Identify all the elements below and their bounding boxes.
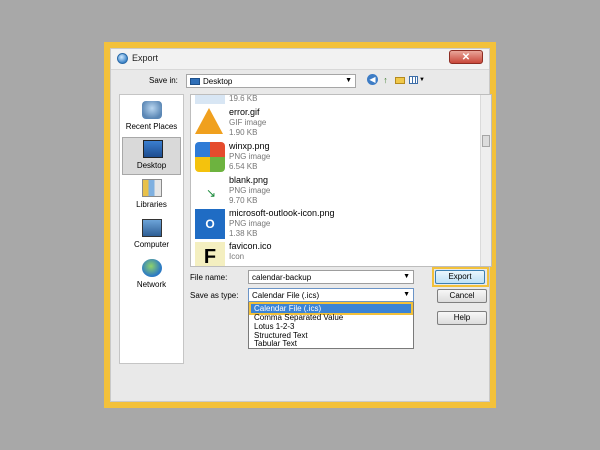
place-label: Network bbox=[136, 280, 167, 289]
export-button[interactable]: Export bbox=[435, 270, 485, 284]
save-as-type-label: Save as type: bbox=[190, 291, 239, 300]
file-type: GIF image bbox=[229, 118, 267, 127]
dropdown-option-lotus[interactable]: Lotus 1-2-3 bbox=[251, 322, 411, 331]
new-folder-icon[interactable] bbox=[394, 74, 406, 86]
places-bar: Recent Places Desktop Libraries Computer… bbox=[119, 94, 184, 364]
save-as-type-select[interactable]: Calendar File (.ics) ▼ bbox=[248, 288, 414, 302]
file-name: favicon.ico bbox=[229, 241, 272, 251]
file-name: blank.png bbox=[229, 175, 269, 185]
file-list: 19.6 KB error.gif GIF image 1.90 KB winx… bbox=[190, 94, 492, 267]
desktop-icon bbox=[143, 140, 163, 158]
file-name-label: File name: bbox=[190, 273, 228, 282]
file-size: 1.38 KB bbox=[229, 229, 258, 238]
help-button[interactable]: Help bbox=[437, 311, 487, 325]
view-menu-icon[interactable]: ▼ bbox=[409, 74, 425, 86]
file-name: winxp.png bbox=[229, 141, 270, 151]
place-recent-places[interactable]: Recent Places bbox=[122, 99, 181, 137]
scrollbar[interactable] bbox=[480, 95, 491, 266]
dropdown-option-tabular-text[interactable]: Tabular Text bbox=[251, 339, 411, 348]
up-folder-icon[interactable]: ↑ bbox=[380, 74, 391, 86]
list-item[interactable]: F favicon.ico Icon bbox=[195, 241, 475, 266]
recent-places-icon bbox=[142, 101, 162, 119]
save-as-type-dropdown: Calendar File (.ics) Comma Separated Val… bbox=[248, 302, 414, 349]
outlook-icon: O bbox=[195, 209, 225, 239]
warning-icon bbox=[195, 108, 223, 134]
place-label: Computer bbox=[133, 240, 170, 249]
blank-image-icon: ↘ bbox=[195, 176, 225, 206]
windows-logo-icon bbox=[195, 142, 225, 172]
highlight-frame: Export ✕ Save in: Desktop ▼ ◀ ↑ ▼ Recent… bbox=[104, 42, 496, 408]
favicon-icon: F bbox=[195, 242, 225, 266]
list-item[interactable]: 19.6 KB bbox=[195, 94, 475, 105]
file-size: 6.54 KB bbox=[229, 162, 258, 171]
computer-icon bbox=[142, 219, 162, 237]
close-button[interactable]: ✕ bbox=[449, 50, 483, 64]
title-bar: Export ✕ bbox=[111, 49, 489, 70]
libraries-icon bbox=[142, 179, 162, 197]
file-size: 1.90 KB bbox=[229, 128, 258, 137]
list-item[interactable]: O microsoft-outlook-icon.png PNG image 1… bbox=[195, 208, 475, 240]
list-item[interactable]: winxp.png PNG image 6.54 KB bbox=[195, 141, 475, 173]
list-item[interactable]: error.gif GIF image 1.90 KB bbox=[195, 107, 475, 139]
network-icon bbox=[142, 259, 162, 277]
chevron-down-icon: ▼ bbox=[345, 77, 352, 84]
chevron-down-icon[interactable]: ▼ bbox=[403, 273, 410, 280]
desktop-icon bbox=[190, 78, 200, 85]
file-name-input[interactable]: calendar-backup ▼ bbox=[248, 270, 414, 284]
file-name: error.gif bbox=[229, 107, 260, 117]
file-type: PNG image bbox=[229, 152, 271, 161]
place-desktop[interactable]: Desktop bbox=[122, 137, 181, 175]
file-size: 9.70 KB bbox=[229, 196, 258, 205]
file-type: PNG image bbox=[229, 186, 271, 195]
place-libraries[interactable]: Libraries bbox=[122, 177, 181, 215]
save-in-value: Desktop bbox=[203, 77, 233, 86]
place-computer[interactable]: Computer bbox=[122, 217, 181, 255]
save-as-type-value: Calendar File (.ics) bbox=[252, 291, 320, 300]
back-icon[interactable]: ◀ bbox=[367, 74, 378, 85]
place-network[interactable]: Network bbox=[122, 257, 181, 295]
app-icon bbox=[117, 53, 128, 64]
chevron-down-icon: ▼ bbox=[403, 291, 410, 298]
export-dialog: Export ✕ Save in: Desktop ▼ ◀ ↑ ▼ Recent… bbox=[110, 48, 492, 402]
partial-file-icon bbox=[195, 95, 225, 104]
save-in-select[interactable]: Desktop ▼ bbox=[186, 74, 356, 88]
list-item[interactable]: ↘ blank.png PNG image 9.70 KB bbox=[195, 175, 475, 207]
file-name: microsoft-outlook-icon.png bbox=[229, 208, 335, 218]
window-title: Export bbox=[132, 53, 159, 63]
file-name-value: calendar-backup bbox=[252, 273, 312, 282]
file-type: Icon bbox=[229, 252, 245, 261]
dropdown-option-calendar[interactable]: Calendar File (.ics) bbox=[249, 302, 413, 315]
cancel-button[interactable]: Cancel bbox=[437, 289, 487, 303]
dropdown-option-csv[interactable]: Comma Separated Value bbox=[251, 313, 411, 322]
file-size: 19.6 KB bbox=[229, 94, 258, 103]
file-type: PNG image bbox=[229, 219, 271, 228]
place-label: Libraries bbox=[136, 200, 167, 209]
place-label: Desktop bbox=[136, 161, 167, 170]
place-label: Recent Places bbox=[125, 122, 178, 131]
scroll-thumb[interactable] bbox=[482, 135, 490, 147]
save-in-label: Save in: bbox=[149, 76, 178, 85]
